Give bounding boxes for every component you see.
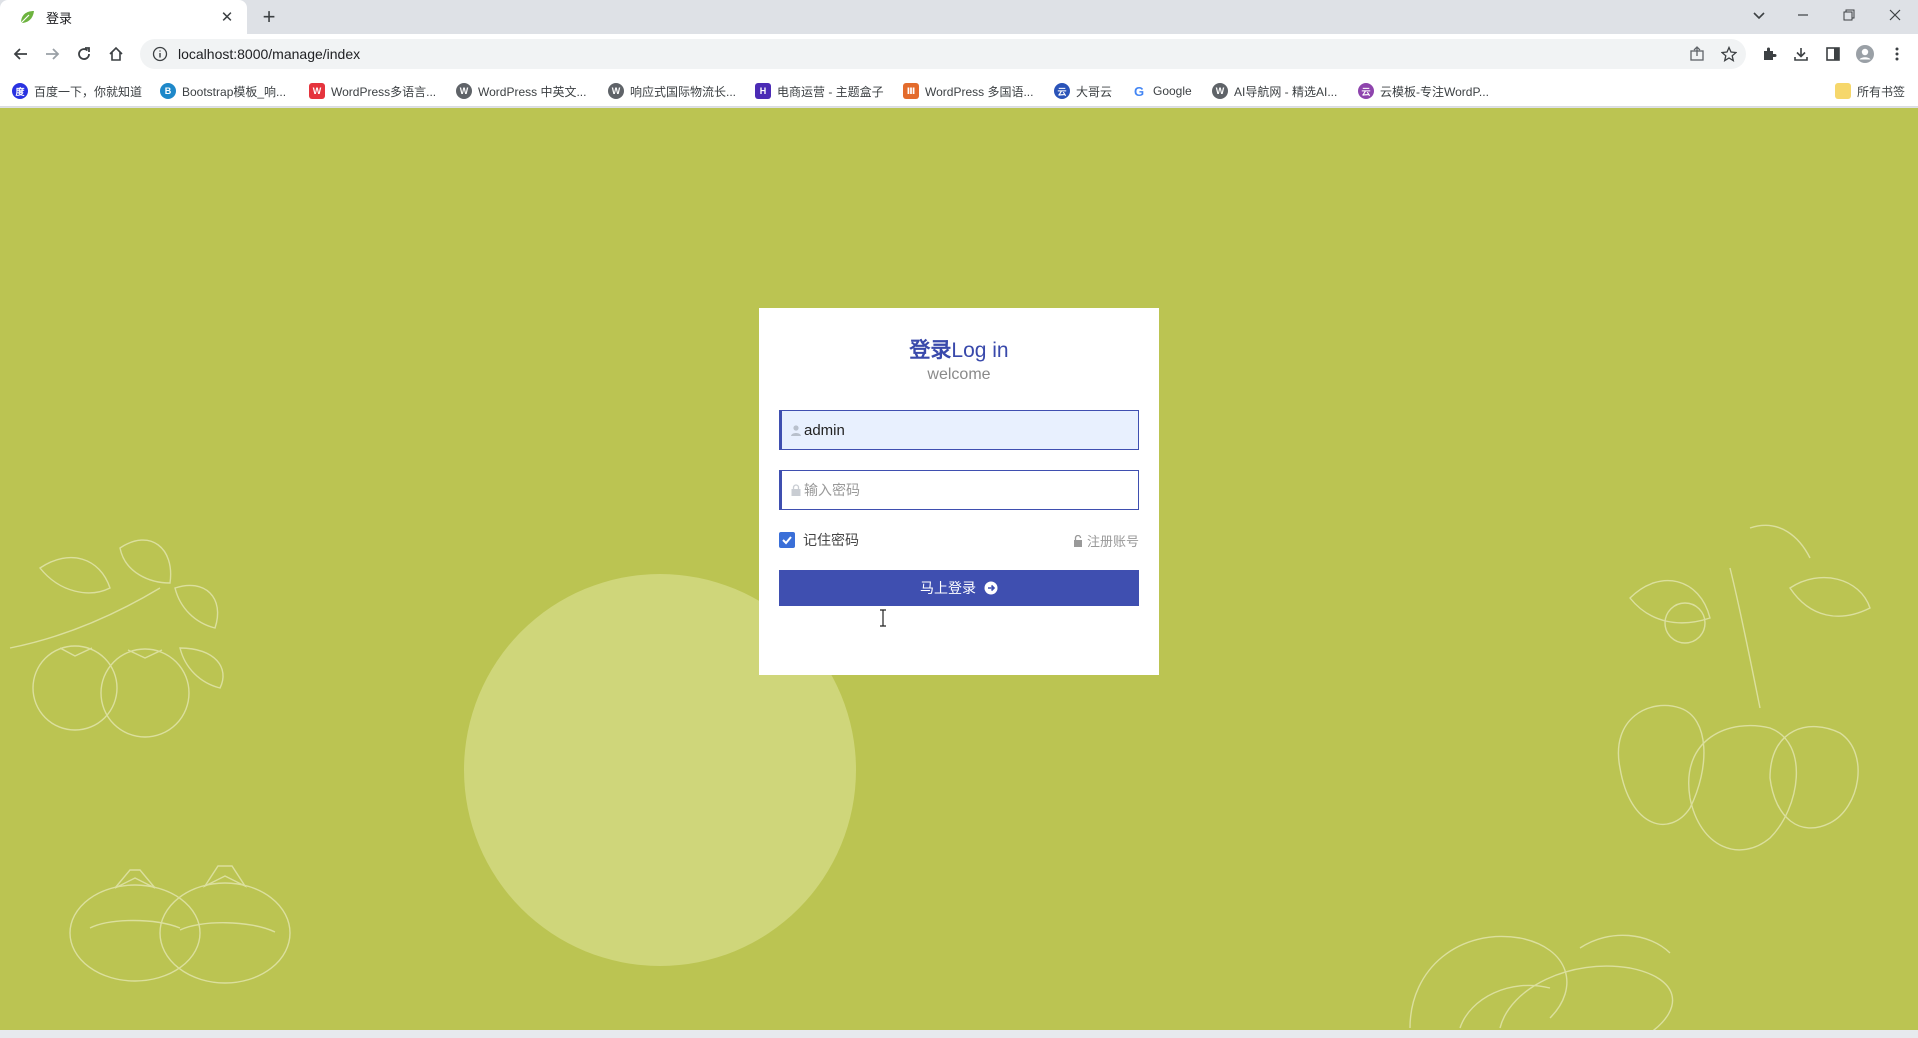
login-button-label: 马上登录: [920, 580, 976, 596]
bookmark-label: 大哥云: [1076, 84, 1113, 99]
tab-close-icon[interactable]: ✕: [217, 8, 237, 26]
bootstrap-icon: B: [160, 83, 176, 99]
download-icon[interactable]: [1788, 41, 1814, 67]
page-viewport: 登录Log in welcome 记住密码 注册账号 马上登录: [0, 108, 1918, 1030]
arrow-circle-right-icon: [984, 581, 998, 595]
active-tab[interactable]: 登录 ✕: [0, 0, 247, 34]
side-panel-icon[interactable]: [1820, 41, 1846, 67]
remember-password[interactable]: 记住密码: [779, 530, 859, 550]
bookmark-item[interactable]: W AI导航网 - 精选AI...: [1212, 80, 1337, 102]
wordpress-icon: W: [456, 83, 472, 99]
baidu-icon: 度: [12, 83, 28, 99]
minimize-button[interactable]: [1780, 0, 1826, 30]
bookmark-label: Google: [1153, 84, 1192, 98]
forward-icon[interactable]: [39, 41, 65, 67]
home-icon[interactable]: [103, 41, 129, 67]
window-bottom-edge: [0, 1030, 1918, 1038]
menu-kebab-icon[interactable]: [1884, 41, 1910, 67]
remember-checkbox[interactable]: [779, 532, 795, 548]
remember-label: 记住密码: [803, 532, 859, 548]
bookmark-item[interactable]: H 电商运营 - 主题盒子: [755, 80, 884, 102]
bookmark-item[interactable]: W WordPress 中英文...: [456, 80, 586, 102]
yunmoban-icon: 云: [1358, 83, 1374, 99]
restore-button[interactable]: [1826, 0, 1872, 30]
text-cursor-icon: [880, 609, 886, 627]
password-field[interactable]: [779, 470, 1139, 510]
bookmark-label: 电商运营 - 主题盒子: [777, 84, 884, 99]
persimmon-pair-illustration: [69, 865, 291, 984]
share-icon[interactable]: [1684, 41, 1710, 67]
wax-apple-branch-illustration: [1617, 524, 1871, 851]
bookmark-label: 百度一下，你就知道: [34, 84, 143, 99]
login-card: 登录Log in welcome 记住密码 注册账号 马上登录: [759, 308, 1159, 675]
unlock-icon: [1073, 534, 1082, 547]
address-bar[interactable]: localhost:8000/manage/index: [140, 39, 1746, 69]
new-tab-button[interactable]: +: [256, 4, 282, 30]
lock-field-icon: [791, 484, 801, 496]
wax-apple-pile-illustration: [1409, 934, 1674, 1030]
bookmark-label: WordPress 中英文...: [478, 84, 587, 99]
bookmark-label: WordPress多语言...: [331, 84, 437, 99]
all-bookmarks-label: 所有书签: [1857, 84, 1906, 99]
bookmark-item[interactable]: 云 大哥云: [1054, 80, 1112, 102]
wordpress-icon: W: [1212, 83, 1228, 99]
login-subtitle: welcome: [927, 366, 991, 383]
persimmon-branch-illustration: [9, 539, 224, 738]
checkmark-icon: [782, 536, 792, 545]
register-link[interactable]: 注册账号: [1073, 531, 1139, 550]
password-input[interactable]: [804, 482, 1124, 498]
bookmark-item[interactable]: 云 云模板-专注WordP...: [1358, 80, 1489, 102]
all-bookmarks[interactable]: 所有书签: [1835, 80, 1905, 102]
reload-icon[interactable]: [71, 41, 97, 67]
user-icon: [791, 425, 801, 436]
bookmarks-bar: 度 百度一下，你就知道 B Bootstrap模板_响... W WordPre…: [0, 74, 1918, 107]
profile-avatar-icon[interactable]: [1852, 41, 1878, 67]
bookmark-item[interactable]: 度 百度一下，你就知道: [12, 80, 142, 102]
bookmark-label: Bootstrap模板_响...: [182, 84, 287, 99]
register-label: 注册账号: [1086, 534, 1139, 549]
google-icon: G: [1131, 83, 1147, 99]
w-red-icon: W: [309, 83, 325, 99]
url-text: localhost:8000/manage/index: [178, 46, 361, 62]
bookmark-item[interactable]: W 响应式国际物流长...: [608, 80, 736, 102]
bookmark-item[interactable]: B Bootstrap模板_响...: [160, 80, 286, 102]
bookmark-label: 响应式国际物流长...: [630, 84, 737, 99]
dageyun-icon: 云: [1054, 83, 1070, 99]
login-title: 登录Log in: [759, 334, 1159, 364]
username-input[interactable]: [804, 421, 1124, 439]
tab-search-chevron-icon[interactable]: [1736, 0, 1782, 30]
bookmark-label: AI导航网 - 精选AI...: [1234, 84, 1338, 99]
username-field[interactable]: [779, 410, 1139, 450]
bookmark-label: WordPress 多国语...: [925, 84, 1034, 99]
back-icon[interactable]: [8, 41, 34, 67]
bookmark-label: 云模板-专注WordP...: [1380, 84, 1489, 99]
login-button[interactable]: 马上登录: [779, 570, 1139, 606]
login-title-cn: 登录: [909, 339, 952, 362]
leaf-favicon-icon: [20, 11, 34, 24]
bookmark-item[interactable]: G Google: [1131, 80, 1192, 102]
wordpress-icon: W: [608, 83, 624, 99]
extensions-icon[interactable]: [1756, 41, 1782, 67]
tab-title: 登录: [46, 10, 73, 26]
tab-strip: 登录 ✕ +: [0, 0, 1918, 34]
folder-icon: [1835, 83, 1851, 99]
close-window-button[interactable]: [1872, 0, 1918, 30]
bookmark-item[interactable]: Ⅲ WordPress 多国语...: [903, 80, 1033, 102]
theme-box-icon: H: [755, 83, 771, 99]
browser-toolbar: localhost:8000/manage/index: [0, 34, 1918, 74]
info-icon[interactable]: [152, 46, 168, 62]
login-title-en: Log in: [951, 339, 1009, 362]
bars-icon: Ⅲ: [903, 83, 919, 99]
bookmark-item[interactable]: W WordPress多语言...: [309, 80, 436, 102]
bookmark-star-icon[interactable]: [1716, 41, 1742, 67]
